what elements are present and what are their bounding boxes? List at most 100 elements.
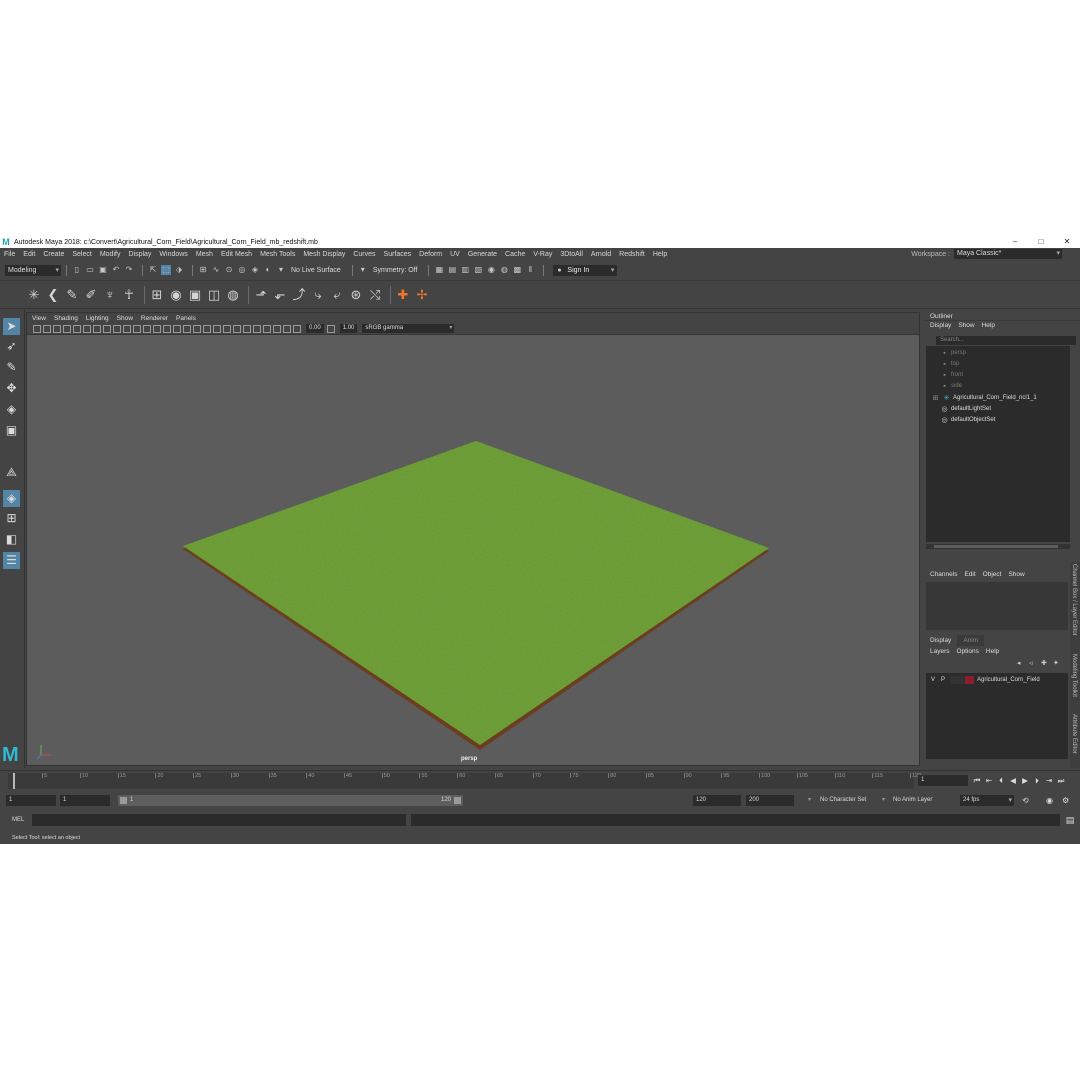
- field-chart-icon[interactable]: [123, 324, 131, 333]
- redshift-render-icon[interactable]: ▩: [512, 265, 522, 275]
- fps-dropdown[interactable]: 24 fps: [960, 795, 1014, 806]
- vp-menu-renderer[interactable]: Renderer: [141, 315, 168, 322]
- render-view-icon[interactable]: ▦: [434, 265, 444, 275]
- channel-box-area[interactable]: [926, 582, 1068, 630]
- list-item[interactable]: ⊞ ✳ Agricultural_Corn_Field_ncl1_1: [926, 393, 1070, 403]
- image-plane-icon[interactable]: [53, 324, 61, 333]
- wireframe-icon[interactable]: [153, 324, 161, 333]
- menu-create[interactable]: Create: [43, 251, 64, 258]
- film-gate-icon[interactable]: [93, 324, 101, 333]
- help-menu[interactable]: Help: [986, 648, 999, 657]
- snap-view-icon[interactable]: ◎: [237, 265, 247, 275]
- command-input[interactable]: [32, 814, 406, 826]
- list-item[interactable]: ▪ persp: [926, 348, 1070, 358]
- edit-menu[interactable]: Edit: [964, 571, 975, 580]
- play-backwards-button[interactable]: ◀: [1007, 774, 1019, 787]
- menu-modify[interactable]: Modify: [100, 251, 121, 258]
- grease-pencil-icon[interactable]: [73, 324, 81, 333]
- center-pivot-icon[interactable]: ✚: [395, 287, 411, 303]
- menu-set-dropdown[interactable]: Modeling: [5, 264, 61, 276]
- exposure-icon[interactable]: [293, 324, 301, 333]
- anti-aliasing-icon[interactable]: [233, 324, 241, 333]
- menu-mesh-tools[interactable]: Mesh Tools: [260, 251, 295, 258]
- layers-menu[interactable]: Layers: [930, 648, 950, 657]
- bevel-icon[interactable]: ⬐: [272, 287, 288, 303]
- close-button[interactable]: ✕: [1054, 236, 1080, 248]
- cylinder-icon[interactable]: ◫: [206, 287, 222, 303]
- select-hierarchy-icon[interactable]: ⇱: [148, 265, 158, 275]
- animation-start-field[interactable]: 1: [6, 795, 56, 806]
- move-layer-down-icon[interactable]: ◃: [1029, 659, 1038, 667]
- ipr-render-icon[interactable]: ▥: [460, 265, 470, 275]
- resolution-gate-icon[interactable]: [103, 324, 111, 333]
- gate-mask-icon[interactable]: [113, 324, 121, 333]
- outliner-scrollbar[interactable]: [926, 544, 1070, 549]
- layer-playback-toggle[interactable]: P: [938, 677, 948, 683]
- menu-uv[interactable]: UV: [450, 251, 460, 258]
- grid-icon[interactable]: [83, 324, 91, 333]
- menu-help[interactable]: Help: [653, 251, 667, 258]
- save-scene-icon[interactable]: ▣: [98, 265, 108, 275]
- rotate-tool-icon[interactable]: ◈: [3, 401, 20, 418]
- safe-action-icon[interactable]: [133, 324, 141, 333]
- range-start-handle[interactable]: [120, 797, 127, 804]
- camera-attributes-icon[interactable]: [33, 324, 41, 333]
- menu-redshift[interactable]: Redshift: [619, 251, 645, 258]
- outliner-menu-display[interactable]: Display: [930, 322, 951, 331]
- menu-display[interactable]: Display: [128, 251, 151, 258]
- vray-render-icon[interactable]: ◍: [499, 265, 509, 275]
- tab-channel-box-layer-editor[interactable]: Channel Box / Layer Editor: [1071, 564, 1077, 636]
- play-forwards-button[interactable]: ▶: [1019, 774, 1031, 787]
- go-to-end-button[interactable]: ⏭: [1055, 774, 1067, 787]
- playback-end-field[interactable]: 120: [693, 795, 741, 806]
- menu-cache[interactable]: Cache: [505, 251, 525, 258]
- scale-tool-icon[interactable]: ▣: [3, 422, 20, 439]
- xray-components-icon[interactable]: [283, 324, 291, 333]
- outliner-menu-show[interactable]: Show: [958, 322, 974, 331]
- minimize-button[interactable]: –: [1002, 236, 1028, 248]
- exposure-field[interactable]: 0.00: [306, 324, 324, 333]
- redo-icon[interactable]: ↷: [124, 265, 134, 275]
- sphere-icon[interactable]: ◉: [168, 287, 184, 303]
- single-pane-layout-icon[interactable]: ◈: [3, 490, 20, 507]
- vp-menu-panels[interactable]: Panels: [176, 315, 196, 322]
- live-surface-label[interactable]: No Live Surface: [291, 267, 341, 274]
- pencil-curve-icon[interactable]: ✎: [64, 287, 80, 303]
- uv-editor-icon[interactable]: ⊞: [149, 287, 165, 303]
- textured-icon[interactable]: [183, 324, 191, 333]
- go-to-start-button[interactable]: ⏮: [971, 774, 983, 787]
- menu-vray[interactable]: V-Ray: [533, 251, 552, 258]
- combine-icon[interactable]: ⤶: [329, 287, 345, 303]
- menu-arnold[interactable]: Arnold: [591, 251, 611, 258]
- menu-windows[interactable]: Windows: [159, 251, 187, 258]
- script-editor-icon[interactable]: ▤: [1064, 814, 1076, 826]
- gamma-field[interactable]: 1.00: [339, 324, 358, 333]
- list-item[interactable]: ▪ top: [926, 359, 1070, 369]
- list-item[interactable]: ◎ defaultLightSet: [926, 404, 1070, 414]
- auto-key-icon[interactable]: ◉: [1046, 795, 1053, 806]
- snap-curve-icon[interactable]: ∿: [211, 265, 221, 275]
- 2d-pan-icon[interactable]: [63, 324, 71, 333]
- channels-menu[interactable]: Channels: [930, 571, 957, 580]
- viewport-persp[interactable]: View Shading Lighting Show Renderer Pane…: [26, 312, 920, 766]
- sign-in-button[interactable]: Sign In: [553, 264, 618, 276]
- list-item[interactable]: ◎ defaultObjectSet: [926, 415, 1070, 425]
- step-forward-key-button[interactable]: ⇥: [1043, 774, 1055, 787]
- two-pane-layout-icon[interactable]: ◧: [3, 531, 20, 548]
- cube-icon[interactable]: ▣: [187, 287, 203, 303]
- step-back-frame-button[interactable]: ⏴: [995, 774, 1007, 787]
- maximize-button[interactable]: □: [1028, 236, 1054, 248]
- step-forward-frame-button[interactable]: ⏵: [1031, 774, 1043, 787]
- menu-surfaces[interactable]: Surfaces: [384, 251, 412, 258]
- layer-color-swatch[interactable]: [965, 676, 974, 684]
- color-space-dropdown[interactable]: sRGB gamma: [362, 324, 455, 333]
- menu-file[interactable]: File: [4, 251, 15, 258]
- delete-history-icon[interactable]: ✢: [414, 287, 430, 303]
- motion-blur-icon[interactable]: [223, 324, 231, 333]
- pause-icon[interactable]: ‖: [525, 265, 535, 275]
- freeze-transform-icon[interactable]: ✳: [26, 287, 42, 303]
- last-tool-icon[interactable]: ⟁: [3, 464, 20, 481]
- smooth-shade-icon[interactable]: [163, 324, 171, 333]
- snap-surface-icon[interactable]: ◈: [250, 265, 260, 275]
- snap-point-icon[interactable]: ⊙: [224, 265, 234, 275]
